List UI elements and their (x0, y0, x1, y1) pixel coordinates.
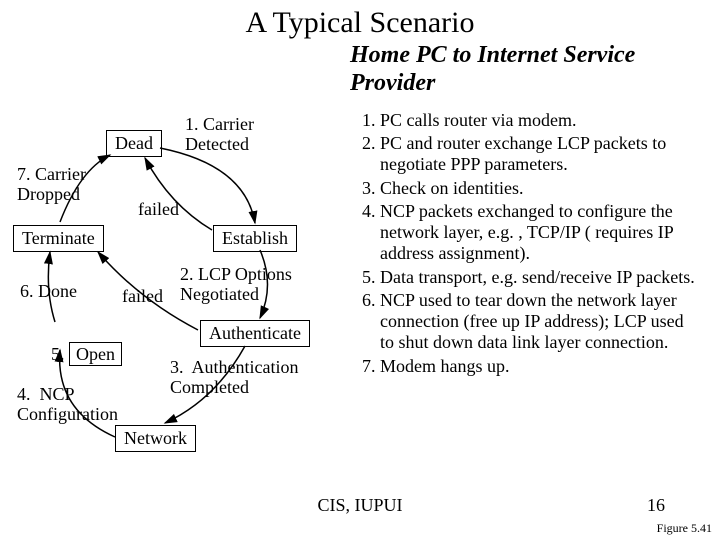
edge-failed-establish: failed (138, 200, 179, 220)
step-item: Check on identities. (380, 178, 702, 199)
edge-ncp-configuration: 4. NCP Configuration (17, 385, 118, 425)
step-item: PC calls router via modem. (380, 110, 702, 131)
state-open: 5. Open (42, 325, 122, 365)
state-authenticate: Authenticate (200, 320, 310, 347)
edge-lcp-options: 2. LCP Options Negotiated (180, 265, 292, 305)
slide-title: A Typical Scenario (0, 6, 720, 40)
page-number: 16 (647, 495, 665, 516)
edge-carrier-detected: 1. Carrier Detected (185, 115, 254, 155)
footer-text: CIS, IUPUI (0, 495, 720, 516)
state-network: Network (115, 425, 196, 452)
slide-subtitle: Home PC to Internet Service Provider (350, 42, 710, 97)
step-item: NCP used to tear down the network layer … (380, 290, 702, 354)
edge-done: 6. Done (20, 282, 77, 302)
step-item: Modem hangs up. (380, 356, 702, 377)
figure-reference: Figure 5.41 (657, 521, 712, 536)
state-establish: Establish (213, 225, 297, 252)
state-terminate: Terminate (13, 225, 104, 252)
steps-list: PC calls router via modem. PC and router… (352, 110, 702, 379)
state-dead: Dead (106, 130, 162, 157)
edge-carrier-dropped: 7. Carrier Dropped (17, 165, 86, 205)
edge-auth-completed: 3. Authentication Completed (170, 358, 298, 398)
step-item: Data transport, e.g. send/receive IP pac… (380, 267, 702, 288)
edge-failed-authenticate: failed (122, 287, 163, 307)
step-item: PC and router exchange LCP packets to ne… (380, 133, 702, 175)
step-item: NCP packets exchanged to configure the n… (380, 201, 702, 265)
